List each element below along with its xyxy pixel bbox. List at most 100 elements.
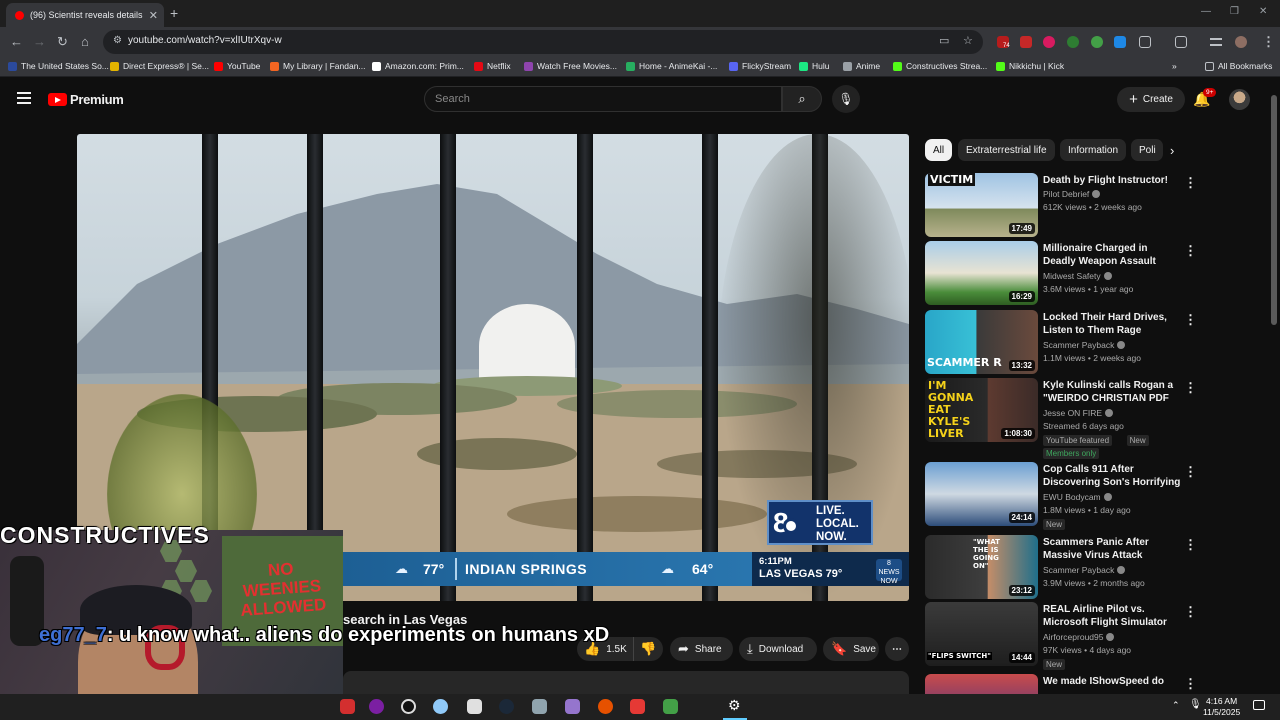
extension-g-icon[interactable]: [1067, 36, 1079, 48]
channel-name[interactable]: Scammer Payback: [1043, 340, 1126, 350]
video-title[interactable]: Scammers Panic After Massive Virus Attac…: [1043, 536, 1181, 562]
taskbar-app-icon[interactable]: [433, 699, 448, 714]
more-options-icon[interactable]: ⋮: [1184, 243, 1197, 259]
extension-c-icon[interactable]: [1020, 36, 1032, 48]
bookmark-star-icon[interactable]: ☆: [963, 34, 973, 47]
taskbar-obs-icon[interactable]: [401, 699, 416, 714]
more-options-icon[interactable]: ⋮: [1184, 464, 1197, 480]
tray-mic-icon[interactable]: 🎙: [1189, 699, 1202, 710]
extension-translate-icon[interactable]: [1114, 36, 1126, 48]
more-options-icon[interactable]: ⋮: [1184, 676, 1195, 692]
recommendation-item[interactable]: 16:29 Millionaire Charged in Deadly Weapo…: [925, 241, 1197, 305]
video-title[interactable]: Cop Calls 911 After Discovering Son's Ho…: [1043, 463, 1181, 490]
bookmark-item[interactable]: Home - AnimeKai -...: [626, 61, 717, 71]
channel-name[interactable]: Airforceproud95: [1043, 632, 1115, 642]
dislike-button[interactable]: 👎: [633, 637, 663, 661]
taskbar-calculator-icon[interactable]: [467, 699, 482, 714]
home-icon[interactable]: ⌂: [81, 34, 89, 49]
back-icon[interactable]: ←: [10, 34, 23, 49]
video-thumbnail[interactable]: VICTIM 17:49: [925, 173, 1038, 237]
video-thumbnail[interactable]: 24:14: [925, 462, 1038, 526]
video-title[interactable]: REAL Airline Pilot vs. Microsoft Flight …: [1043, 603, 1181, 630]
share-button[interactable]: ➦ Share: [670, 637, 733, 661]
recommendation-item[interactable]: 24:14 Cop Calls 911 After Discovering Son…: [925, 462, 1197, 530]
download-button[interactable]: ⤓ Download: [739, 637, 817, 661]
search-input[interactable]: Search: [424, 86, 782, 112]
channel-name[interactable]: Pilot Debrief: [1043, 189, 1101, 199]
tray-chevron-up-icon[interactable]: ⌃: [1172, 700, 1180, 711]
taskbar-app-icon[interactable]: [630, 699, 645, 714]
chip-information[interactable]: Information: [1060, 139, 1127, 161]
more-options-icon[interactable]: ⋮: [1184, 604, 1197, 620]
video-thumbnail[interactable]: 16:29: [925, 241, 1038, 305]
create-button[interactable]: + Create: [1117, 87, 1185, 112]
taskbar-app-icon[interactable]: [598, 699, 613, 714]
new-tab-button[interactable]: +: [170, 5, 178, 21]
browser-tab-active[interactable]: (96) Scientist reveals details of h ✕: [6, 3, 164, 27]
chevron-right-icon[interactable]: ›: [1170, 143, 1174, 158]
recommendation-item[interactable]: "WHAT THE IS GOING ON" 23:12 Scammers Pani…: [925, 535, 1197, 599]
video-thumbnail[interactable]: "WHAT THE IS GOING ON" 23:12: [925, 535, 1038, 599]
extension-grammarly-icon[interactable]: [1091, 36, 1103, 48]
taskbar-steam-icon[interactable]: [499, 699, 514, 714]
extension-m-icon[interactable]: [1043, 36, 1055, 48]
chip-all[interactable]: All: [925, 139, 953, 161]
reading-list-icon[interactable]: [1210, 38, 1222, 46]
more-options-icon[interactable]: ⋮: [1184, 175, 1197, 191]
bookmark-item[interactable]: Watch Free Movies...: [524, 61, 617, 71]
bookmark-item[interactable]: Amazon.com: Prim...: [372, 61, 464, 71]
recommendation-item[interactable]: VICTIM 17:49 Death by Flight Instructor! Pi…: [925, 173, 1197, 237]
bookmark-item[interactable]: My Library | Fandan...: [270, 61, 366, 71]
video-thumbnail[interactable]: SCAMMER R 13:32: [925, 310, 1038, 374]
video-title[interactable]: Millionaire Charged in Deadly Weapon Ass…: [1043, 242, 1181, 268]
voice-search-icon[interactable]: 🎙: [832, 85, 860, 113]
profile-avatar[interactable]: [1235, 36, 1247, 48]
close-window-icon[interactable]: ✕: [1259, 6, 1267, 17]
channel-name[interactable]: Midwest Safety: [1043, 271, 1112, 281]
forward-icon[interactable]: →: [33, 34, 46, 49]
channel-name[interactable]: EWU Bodycam: [1043, 492, 1112, 502]
taskbar-app-icon[interactable]: [532, 699, 547, 714]
chip-politics[interactable]: Poli: [1131, 139, 1163, 161]
video-thumbnail[interactable]: "FLIPS SWITCH" 14:44: [925, 602, 1038, 666]
close-tab-icon[interactable]: ✕: [149, 9, 158, 22]
bookmark-item[interactable]: YouTube: [214, 61, 260, 71]
bookmark-item[interactable]: Anime: [843, 61, 880, 71]
notification-center-icon[interactable]: [1253, 700, 1265, 710]
restore-icon[interactable]: ❐: [1230, 6, 1239, 17]
recommendation-item[interactable]: We made IShowSpeed do ⋮: [925, 674, 1195, 694]
reload-icon[interactable]: ↻: [57, 34, 68, 50]
channel-name[interactable]: Scammer Payback: [1043, 565, 1126, 575]
recommendation-item[interactable]: "FLIPS SWITCH" 14:44 REAL Airline Pilot vs…: [925, 602, 1197, 670]
taskbar-app-icon[interactable]: [369, 699, 384, 714]
more-actions-button[interactable]: ⋯: [885, 637, 909, 661]
page-scrollbar[interactable]: [1271, 95, 1277, 325]
bookmark-item[interactable]: Netflix: [474, 61, 511, 71]
recommendation-item[interactable]: I'M GONNA EAT KYLE'S LIVER 1:08:30 Kyle Ku…: [925, 378, 1197, 459]
taskbar-app-icon[interactable]: [340, 699, 355, 714]
video-thumbnail[interactable]: I'M GONNA EAT KYLE'S LIVER 1:08:30: [925, 378, 1038, 442]
site-info-icon[interactable]: ⚙: [113, 35, 122, 46]
video-title[interactable]: Kyle Kulinski calls Rogan a "WEIRDO CHRI…: [1043, 379, 1181, 406]
video-thumbnail[interactable]: [925, 674, 1038, 694]
bookmarks-overflow-icon[interactable]: »: [1172, 61, 1177, 71]
chip-extraterrestrial-life[interactable]: Extraterrestrial life: [958, 139, 1055, 161]
description-box[interactable]: [343, 671, 909, 694]
bookmark-item[interactable]: FlickyStream: [729, 61, 791, 71]
video-title[interactable]: Locked Their Hard Drives, Listen to Them…: [1043, 311, 1181, 337]
bookmark-item[interactable]: Constructives Strea...: [893, 61, 987, 71]
taskbar-app-icon[interactable]: [663, 699, 678, 714]
youtube-premium-logo[interactable]: Premium: [48, 92, 124, 107]
bookmark-item[interactable]: Direct Express® | Se...: [110, 61, 209, 71]
browser-menu-icon[interactable]: ⋮: [1262, 34, 1275, 50]
bookmark-item[interactable]: Nikkichu | Kick: [996, 61, 1064, 71]
video-title[interactable]: Death by Flight Instructor!: [1043, 174, 1181, 187]
bookmark-item[interactable]: The United States So...: [8, 61, 109, 71]
save-button[interactable]: 🔖 Save: [823, 637, 879, 661]
more-options-icon[interactable]: ⋮: [1184, 312, 1197, 328]
more-options-icon[interactable]: ⋮: [1184, 380, 1197, 396]
search-icon[interactable]: ⌕: [782, 86, 822, 112]
channel-name[interactable]: Jesse ON FIRE: [1043, 408, 1114, 418]
taskbar-app-icon[interactable]: [565, 699, 580, 714]
all-bookmarks-folder[interactable]: All Bookmarks: [1205, 61, 1272, 71]
